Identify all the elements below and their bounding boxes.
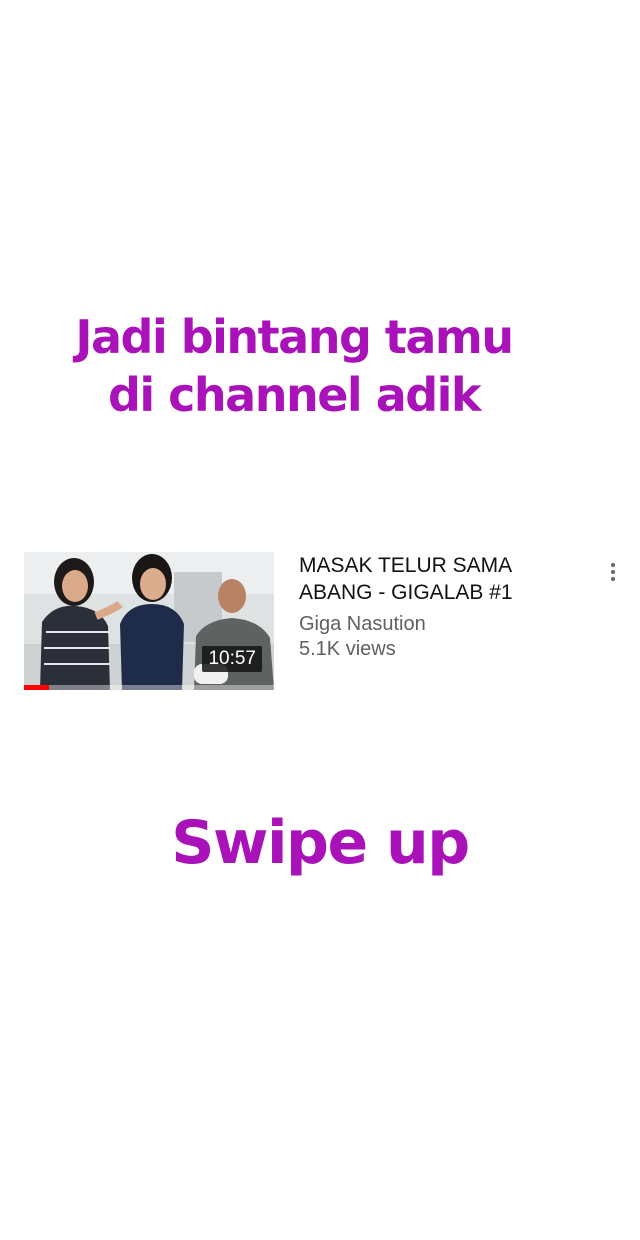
channel-name[interactable]: Giga Nasution: [299, 612, 589, 637]
more-vert-icon[interactable]: [604, 560, 622, 590]
video-info[interactable]: MASAK TELUR SAMA ABANG - GIGALAB #1 Giga…: [299, 552, 589, 662]
watch-progress-track: [24, 685, 274, 690]
view-count: 5.1K views: [299, 638, 396, 660]
video-thumbnail[interactable]: 10:57: [24, 552, 274, 690]
swipe-up-cta: Swipe up: [171, 808, 470, 878]
promo-headline: Jadi bintang tamu di channel adik: [0, 308, 614, 424]
video-card[interactable]: 10:57 MASAK TELUR SAMA ABANG - GIGALAB #…: [24, 552, 630, 692]
video-duration: 10:57: [202, 646, 262, 672]
video-title[interactable]: MASAK TELUR SAMA ABANG - GIGALAB #1: [299, 552, 589, 606]
watch-progress-fill: [24, 685, 49, 690]
promo-line-2: di channel adik: [107, 368, 482, 422]
promo-line-1: Jadi bintang tamu: [75, 310, 514, 364]
